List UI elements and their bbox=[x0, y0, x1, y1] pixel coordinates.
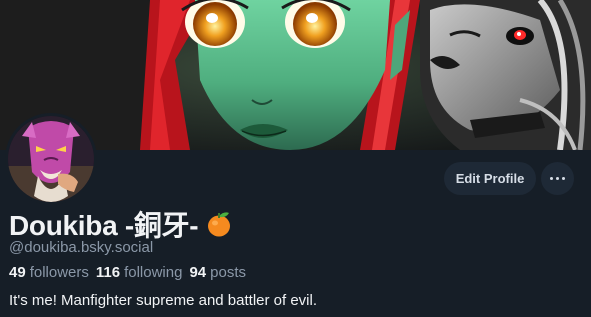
following-label: following bbox=[124, 264, 183, 281]
display-name: Doukiba -銅牙- bbox=[9, 204, 232, 244]
display-name-text: Doukiba -銅牙- bbox=[9, 210, 199, 241]
posts-label: posts bbox=[210, 264, 246, 281]
following-count: 116 bbox=[95, 264, 121, 281]
banner-artwork bbox=[0, 0, 591, 150]
avatar-image bbox=[8, 116, 94, 202]
profile-handle[interactable]: @doukiba.bsky.social bbox=[9, 239, 153, 256]
posts-stat: 94 posts bbox=[189, 264, 246, 281]
more-options-button[interactable] bbox=[541, 162, 574, 195]
ellipsis-icon bbox=[562, 177, 565, 180]
profile-page: Edit Profile Doukiba -銅牙- @doukiba.bsky.… bbox=[0, 0, 591, 317]
profile-stats: 49 followers 116 following 94 posts bbox=[9, 264, 246, 281]
followers-label: followers bbox=[29, 264, 89, 281]
tangerine-emoji-icon bbox=[208, 212, 231, 237]
followers-count: 49 bbox=[9, 264, 26, 281]
ellipsis-icon bbox=[550, 177, 553, 180]
ellipsis-icon bbox=[556, 177, 559, 180]
followers-stat[interactable]: 49 followers bbox=[9, 264, 89, 281]
following-stat[interactable]: 116 following bbox=[96, 264, 183, 281]
profile-banner[interactable] bbox=[0, 0, 591, 150]
edit-profile-button[interactable]: Edit Profile bbox=[444, 162, 536, 195]
avatar[interactable] bbox=[5, 113, 97, 205]
profile-bio: It's me! Manfighter supreme and battler … bbox=[9, 292, 318, 309]
posts-count: 94 bbox=[189, 264, 207, 281]
